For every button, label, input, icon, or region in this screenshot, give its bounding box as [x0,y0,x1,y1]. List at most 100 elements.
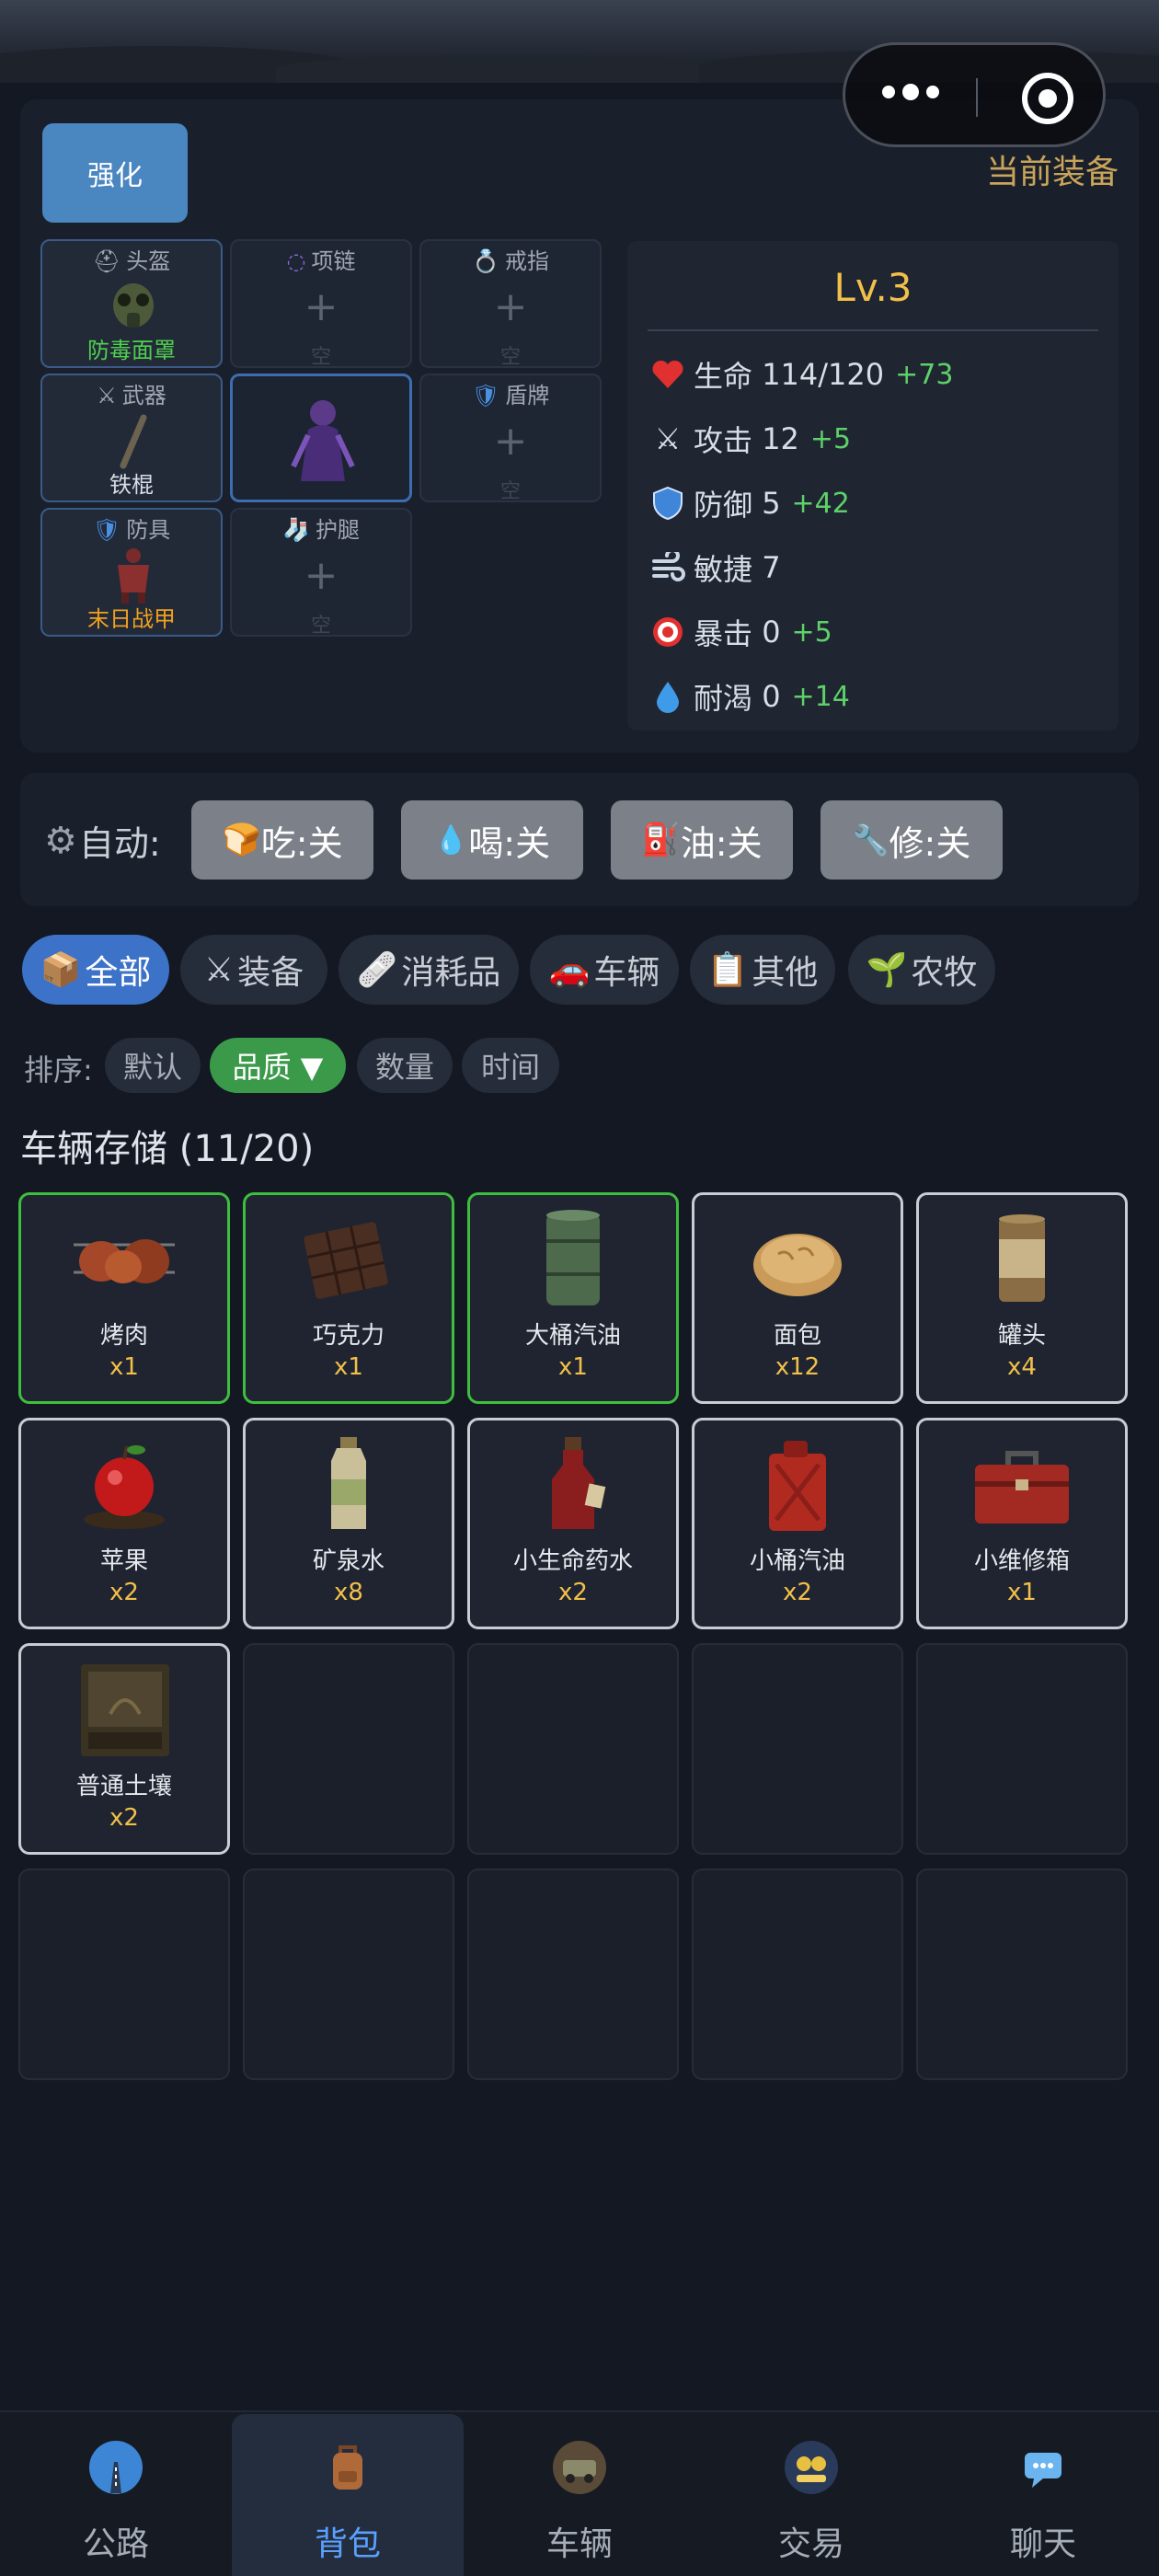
item-quantity: x1 [334,1353,363,1381]
more-icon[interactable] [882,84,939,100]
storage-item[interactable]: 罐头 x4 [916,1192,1128,1404]
can-icon [999,1214,1045,1302]
slot-helmet[interactable]: ⛑ 头盔 防毒面罩 [40,239,223,368]
potion-icon [552,1437,606,1529]
item-name: 矿泉水 [312,1547,384,1575]
storage-item[interactable]: 小维修箱 x1 [916,1418,1128,1629]
empty-storage-slot[interactable] [243,1643,454,1855]
storage-item[interactable]: 普通土壤 x2 [18,1643,230,1855]
empty-storage-slot[interactable] [467,1869,679,2080]
slot-armor[interactable]: 🛡 防具 末日战甲 [40,508,223,637]
add-icon: + [493,418,528,465]
item-quantity: x2 [109,1804,139,1832]
item-name: 大桶汽油 [524,1322,621,1350]
sort-time[interactable]: 时间 [462,1038,559,1093]
water-bottle-icon [331,1437,366,1529]
close-icon[interactable] [1022,73,1073,124]
nav-trade[interactable]: 交易 [695,2414,927,2576]
storage-item[interactable]: 烤肉 x1 [18,1192,230,1404]
tab-equipment[interactable]: ⚔ 装备 [180,935,327,1005]
empty-storage-slot[interactable] [18,1869,230,2080]
apple-icon [84,1445,165,1529]
empty-storage-slot[interactable] [692,1643,903,1855]
nav-chat[interactable]: 聊天 [927,2414,1159,2576]
nav-road[interactable]: 公路 [0,2414,232,2576]
character-avatar[interactable] [230,374,412,502]
nav-backpack[interactable]: 背包 [232,2414,464,2576]
storage-item[interactable]: 矿泉水 x8 [243,1418,454,1629]
slot-title: 护腿 [315,517,360,543]
swords-icon: ⚔ [654,421,682,456]
slot-necklace[interactable]: ◌ 项链 + 空 [230,239,412,369]
sort-quantity[interactable]: 数量 [357,1038,453,1093]
item-quantity: x12 [775,1353,820,1381]
car-icon: 🚗 [548,951,591,989]
vehicle-icon [553,2441,606,2494]
jerrycan-icon [769,1441,826,1531]
slot-title: 项链 [311,248,356,274]
nav-vehicle[interactable]: 车辆 [464,2414,695,2576]
auto-fuel-toggle[interactable]: ⛽ 油:关 [611,800,793,880]
storage-item[interactable]: 小生命药水 x2 [467,1418,679,1629]
slot-weapon[interactable]: ⚔ 武器 铁棍 [40,374,223,502]
equipped-item-name: 防毒面罩 [87,338,176,363]
sort-default[interactable]: 默认 [105,1038,201,1093]
auto-drink-toggle[interactable]: 💧 喝:关 [401,800,583,880]
slot-title: 戒指 [504,248,549,274]
item-quantity: x2 [558,1579,588,1606]
swords-icon: ⚔ [97,383,117,408]
stat-row-defense: 防御 5 +42 [648,480,850,526]
item-quantity: x2 [783,1579,812,1606]
empty-storage-slot[interactable] [916,1869,1128,2080]
chat-icon [1025,2453,1061,2488]
tab-farming[interactable]: 🌱 农牧 [848,935,995,1005]
nav-label: 公路 [82,2525,149,2563]
auto-eat-toggle[interactable]: 🍞 吃:关 [191,800,373,880]
empty-storage-slot[interactable] [916,1643,1128,1855]
armor-icon [118,548,149,604]
empty-storage-slot[interactable] [692,1869,903,2080]
stat-row-hp: 生命 114/120 +73 [648,351,953,397]
item-name: 小桶汽油 [749,1547,845,1575]
bandage-icon: 🩹 [356,951,398,989]
item-quantity: x1 [558,1353,588,1381]
fuel-barrel-icon [546,1210,600,1305]
slot-title: 防具 [126,517,171,543]
empty-storage-slot[interactable] [467,1643,679,1855]
storage-item[interactable]: 大桶汽油 x1 [467,1192,679,1404]
tab-other[interactable]: 📋 其他 [690,935,835,1005]
toolbox-icon [975,1451,1069,1524]
item-quantity: x4 [1007,1353,1037,1381]
nav-label: 车辆 [545,2525,613,2563]
slot-shield[interactable]: 🛡 盾牌 + 空 [419,374,602,503]
helmet-icon: ⛑ [92,248,121,274]
item-name: 面包 [773,1322,821,1350]
empty-label: 空 [310,615,331,638]
storage-item[interactable]: 小桶汽油 x2 [692,1418,903,1629]
slot-title: 盾牌 [505,383,550,408]
sort-quality[interactable]: 品质 ▼ [210,1038,346,1093]
auto-repair-toggle[interactable]: 🔧 修:关 [820,800,1003,880]
storage-item[interactable]: 苹果 x2 [18,1418,230,1629]
item-name: 小生命药水 [512,1547,633,1575]
equipped-item-name: 铁棍 [109,472,154,498]
tab-consumables[interactable]: 🩹 消耗品 [339,935,519,1005]
slot-leggings[interactable]: 🧦 护腿 + 空 [230,508,412,638]
slot-ring[interactable]: 💍 戒指 + 空 [419,239,602,369]
shield-icon: 🛡 [471,383,500,408]
nav-label: 交易 [777,2525,844,2563]
item-name: 罐头 [997,1322,1046,1350]
item-quantity: x1 [1007,1579,1037,1606]
ring-icon: 💍 [472,248,499,274]
storage-item[interactable]: 巧克力 x1 [243,1192,454,1404]
enhance-button[interactable]: 强化 [42,123,188,223]
empty-storage-slot[interactable] [243,1869,454,2080]
bread-icon: 🍞 [222,822,261,858]
add-icon: + [304,283,339,330]
tab-all[interactable]: 📦 全部 [22,935,169,1005]
heart-icon [648,356,688,393]
storage-item[interactable]: 面包 x12 [692,1192,903,1404]
tab-vehicles[interactable]: 🚗 车辆 [530,935,679,1005]
stat-row-crit: 暴击 0 +5 [648,609,832,655]
slot-title: 头盔 [126,248,171,274]
